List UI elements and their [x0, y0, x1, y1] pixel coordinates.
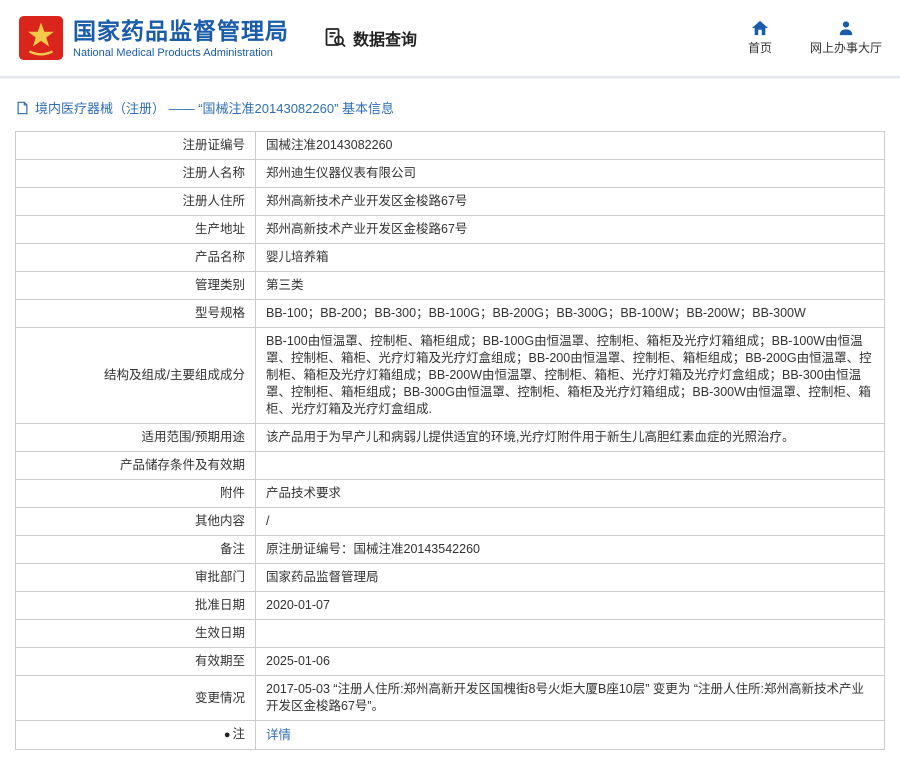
row-value: [256, 620, 885, 648]
breadcrumb: 境内医疗器械（注册） —— “国械注准20143082260” 基本信息: [0, 78, 900, 127]
table-row: 批准日期 2020-01-07: [16, 592, 885, 620]
note-label: 注: [232, 727, 245, 741]
row-label: 产品储存条件及有效期: [16, 452, 256, 480]
row-value: 国家药品监督管理局: [256, 564, 885, 592]
row-label: 型号规格: [16, 300, 256, 328]
row-label: 审批部门: [16, 564, 256, 592]
header: 国家药品监督管理局 National Medical Products Admi…: [0, 0, 900, 78]
table-row: 结构及组成/主要组成成分 BB-100由恒温罩、控制柜、箱柜组成；BB-100G…: [16, 328, 885, 424]
site-title: 国家药品监督管理局: [73, 18, 289, 44]
table-row-note: ●注 详情: [16, 721, 885, 750]
data-query-tab[interactable]: 数据查询: [323, 26, 417, 50]
row-value: BB-100由恒温罩、控制柜、箱柜组成；BB-100G由恒温罩、控制柜、箱柜及光…: [256, 328, 885, 424]
row-value: [256, 452, 885, 480]
table-row: 产品储存条件及有效期: [16, 452, 885, 480]
table-row: 注册证编号 国械注准20143082260: [16, 132, 885, 160]
document-icon: [16, 101, 29, 115]
row-value: BB-100；BB-200；BB-300；BB-100G；BB-200G；BB-…: [256, 300, 885, 328]
row-value: 郑州迪生仪器仪表有限公司: [256, 160, 885, 188]
registration-info-table: 注册证编号 国械注准20143082260 注册人名称 郑州迪生仪器仪表有限公司…: [0, 127, 900, 766]
row-value: 国械注准20143082260: [256, 132, 885, 160]
national-emblem-icon: [18, 15, 64, 61]
row-value: 原注册证编号：国械注准20143542260: [256, 536, 885, 564]
row-label: 注册人名称: [16, 160, 256, 188]
breadcrumb-text: 境内医疗器械（注册） —— “国械注准20143082260” 基本信息: [35, 98, 394, 117]
user-icon: [838, 20, 854, 36]
row-value: 2020-01-07: [256, 592, 885, 620]
home-icon: [751, 20, 769, 36]
table-row: 型号规格 BB-100；BB-200；BB-300；BB-100G；BB-200…: [16, 300, 885, 328]
row-value: 产品技术要求: [256, 480, 885, 508]
top-nav: 首页 网上办事大厅: [748, 20, 882, 56]
table-row: 生产地址 郑州高新技术产业开发区金梭路67号: [16, 216, 885, 244]
note-icon: ●: [224, 729, 231, 741]
row-label: 注册人住所: [16, 188, 256, 216]
row-value: 郑州高新技术产业开发区金梭路67号: [256, 216, 885, 244]
table-row: 注册人名称 郑州迪生仪器仪表有限公司: [16, 160, 885, 188]
table-row: 有效期至 2025-01-06: [16, 648, 885, 676]
row-value: /: [256, 508, 885, 536]
site-subtitle: National Medical Products Administration: [73, 47, 289, 59]
table-row: 变更情况 2017-05-03 “注册人住所:郑州高新开发区国槐街8号火炬大厦B…: [16, 676, 885, 721]
row-label: 结构及组成/主要组成成分: [16, 328, 256, 424]
table-row: 附件 产品技术要求: [16, 480, 885, 508]
table-row: 产品名称 婴儿培养箱: [16, 244, 885, 272]
row-value: 2025-01-06: [256, 648, 885, 676]
row-label: 生效日期: [16, 620, 256, 648]
row-value: 郑州高新技术产业开发区金梭路67号: [256, 188, 885, 216]
site-logo[interactable]: 国家药品监督管理局 National Medical Products Admi…: [18, 15, 289, 61]
row-value: 详情: [256, 721, 885, 750]
table-row: 审批部门 国家药品监督管理局: [16, 564, 885, 592]
nav-home-label: 首页: [748, 39, 772, 56]
table-row: 其他内容 /: [16, 508, 885, 536]
row-label: 注册证编号: [16, 132, 256, 160]
row-label: 有效期至: [16, 648, 256, 676]
table-row: 注册人住所 郑州高新技术产业开发区金梭路67号: [16, 188, 885, 216]
row-label: 管理类别: [16, 272, 256, 300]
row-label: 变更情况: [16, 676, 256, 721]
row-value: 该产品用于为早产儿和病弱儿提供适宜的环境,光疗灯附件用于新生儿高胆红素血症的光照…: [256, 424, 885, 452]
row-value: 2017-05-03 “注册人住所:郑州高新开发区国槐街8号火炬大厦B座10层”…: [256, 676, 885, 721]
nav-home[interactable]: 首页: [748, 20, 772, 56]
data-query-label: 数据查询: [353, 26, 417, 50]
table-row: 适用范围/预期用途 该产品用于为早产儿和病弱儿提供适宜的环境,光疗灯附件用于新生…: [16, 424, 885, 452]
row-label: 批准日期: [16, 592, 256, 620]
row-label: 其他内容: [16, 508, 256, 536]
row-label: 适用范围/预期用途: [16, 424, 256, 452]
row-label: 备注: [16, 536, 256, 564]
table-row: 生效日期: [16, 620, 885, 648]
nav-online-hall[interactable]: 网上办事大厅: [810, 20, 882, 56]
row-label: 附件: [16, 480, 256, 508]
row-value: 婴儿培养箱: [256, 244, 885, 272]
row-label: 产品名称: [16, 244, 256, 272]
data-query-icon: [323, 26, 347, 50]
table-row: 备注 原注册证编号：国械注准20143542260: [16, 536, 885, 564]
row-value: 第三类: [256, 272, 885, 300]
detail-link[interactable]: 详情: [266, 728, 291, 742]
table-row: 管理类别 第三类: [16, 272, 885, 300]
row-label: ●注: [16, 721, 256, 750]
row-label: 生产地址: [16, 216, 256, 244]
nav-online-hall-label: 网上办事大厅: [810, 39, 882, 56]
